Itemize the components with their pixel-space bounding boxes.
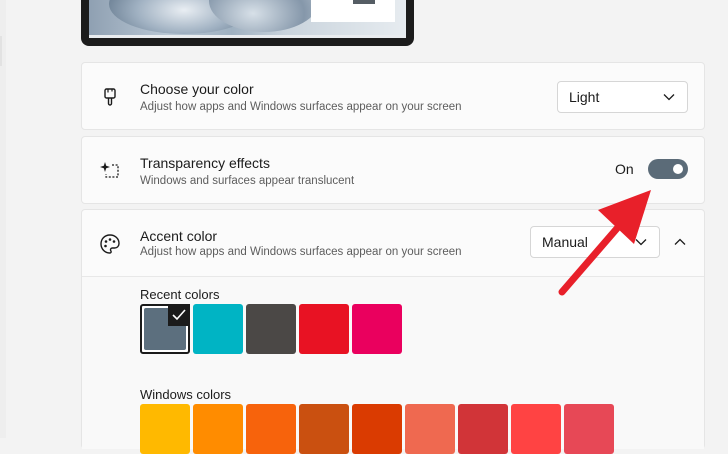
preview-window-bar [353, 0, 375, 4]
accent-color-subtitle: Adjust how apps and Windows surfaces app… [140, 246, 462, 258]
color-swatch[interactable] [352, 304, 402, 354]
color-swatch[interactable] [299, 304, 349, 354]
recent-colors-label: Recent colors [140, 287, 220, 302]
preview-screen [89, 0, 406, 38]
transparency-toggle[interactable] [648, 159, 688, 179]
choose-color-title: Choose your color [140, 81, 254, 97]
color-swatch[interactable] [564, 404, 614, 454]
color-swatch[interactable] [299, 404, 349, 454]
color-swatch[interactable] [352, 404, 402, 454]
paintbrush-icon [104, 88, 116, 106]
color-swatch[interactable] [246, 304, 296, 354]
color-swatch[interactable] [193, 404, 243, 454]
preview-window [311, 0, 395, 22]
choose-color-subtitle: Adjust how apps and Windows surfaces app… [140, 101, 462, 113]
transparency-title: Transparency effects [140, 155, 270, 171]
color-swatch[interactable] [458, 404, 508, 454]
window-left-edge [0, 0, 6, 438]
accent-mode-dropdown[interactable]: Manual [530, 226, 660, 258]
accent-mode-value: Manual [542, 234, 588, 250]
transparency-card: Transparency effects Windows and surface… [81, 136, 705, 204]
color-swatch[interactable] [246, 404, 296, 454]
scrollbar-mark [0, 36, 2, 66]
checkmark-icon [168, 304, 190, 326]
color-swatch[interactable] [140, 304, 190, 354]
chevron-up-icon [674, 238, 686, 245]
choose-color-dropdown[interactable]: Light [557, 81, 688, 113]
transparency-state-label: On [615, 161, 634, 177]
color-swatch[interactable] [193, 304, 243, 354]
accent-color-title: Accent color [140, 228, 218, 244]
palette-icon [100, 234, 120, 254]
theme-preview [81, 0, 414, 46]
preview-taskbar [89, 35, 406, 38]
transparency-subtitle: Windows and surfaces appear translucent [140, 175, 355, 187]
chevron-down-icon [663, 94, 675, 101]
sparkle-selection-icon [100, 162, 119, 178]
color-swatch[interactable] [511, 404, 561, 454]
chevron-down-icon [635, 239, 647, 246]
collapse-button[interactable] [665, 228, 695, 256]
windows-colors-label: Windows colors [140, 387, 232, 402]
color-swatch[interactable] [140, 404, 190, 454]
toggle-knob [673, 164, 683, 174]
choose-color-dropdown-value: Light [569, 89, 600, 105]
color-swatch[interactable] [405, 404, 455, 454]
